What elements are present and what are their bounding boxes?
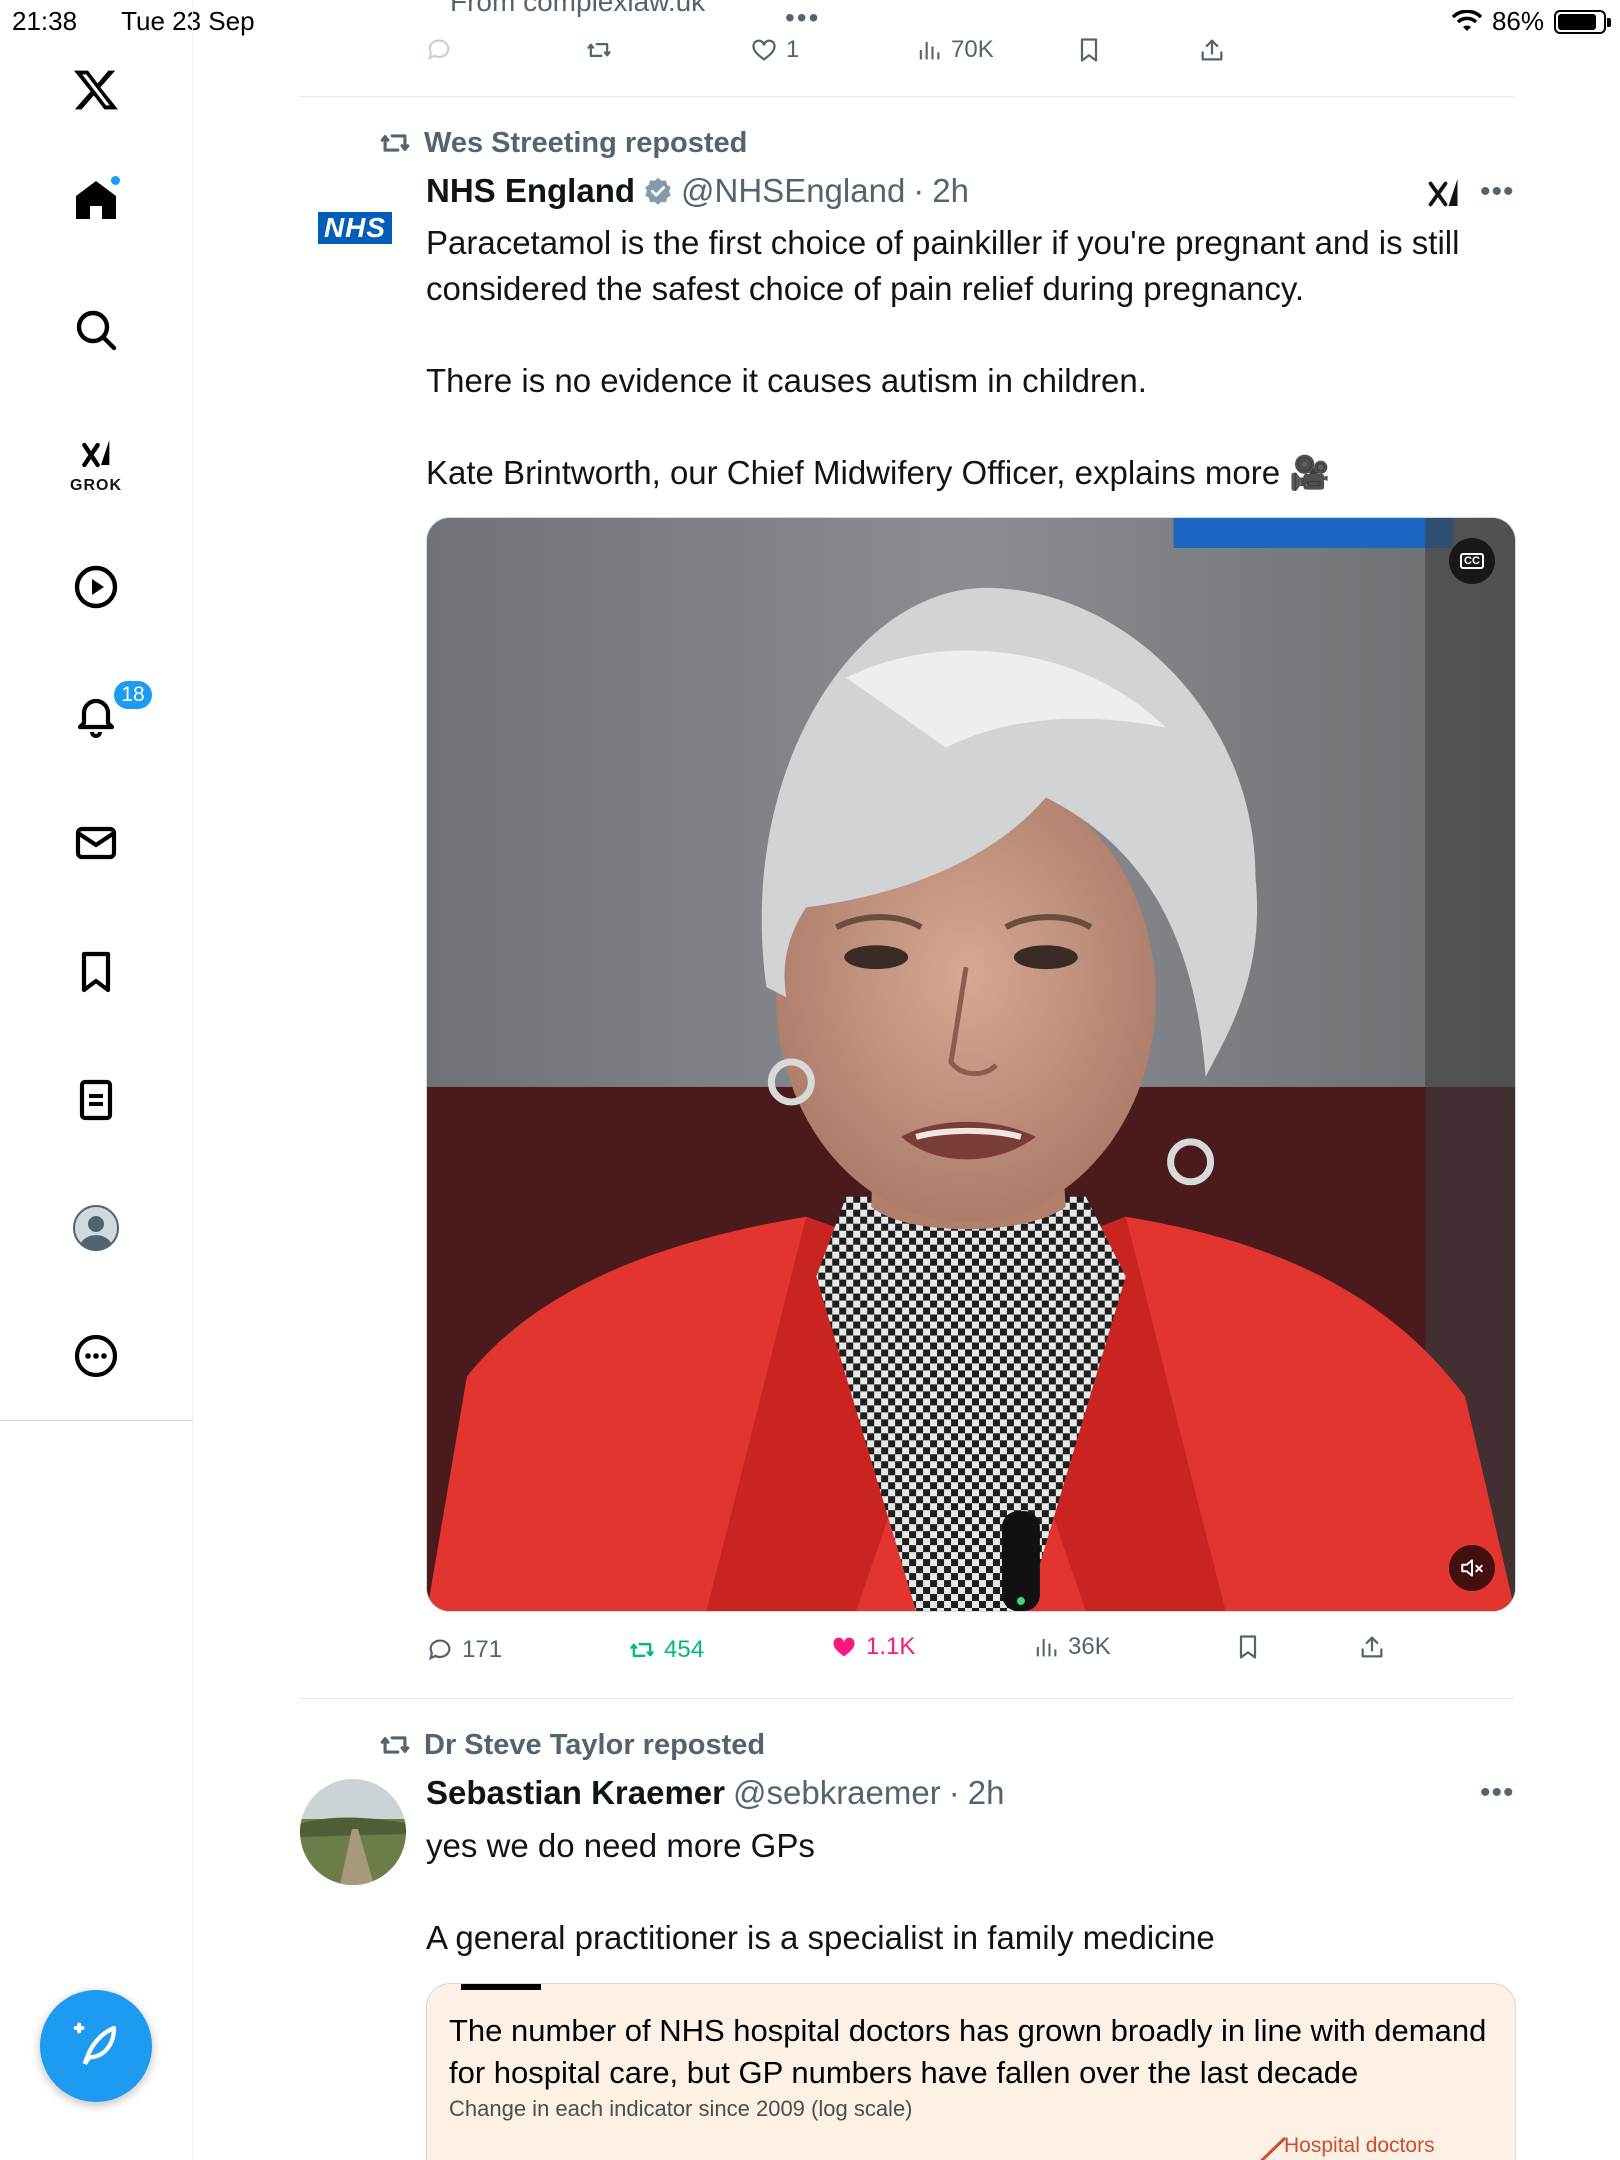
battery-icon <box>1554 9 1611 34</box>
tweet-header: NHS England @NHSEngland · 2h <box>426 172 969 210</box>
repost-icon <box>587 43 611 57</box>
chart-image-card[interactable]: The number of NHS hospital doctors has g… <box>426 1983 1516 2160</box>
bookmark-icon <box>1080 38 1098 62</box>
tweet-text: yes we do need more GPs A general practi… <box>426 1823 1516 1961</box>
share-button[interactable] <box>1198 36 1226 64</box>
reply-button[interactable] <box>425 36 453 64</box>
tweet-separator <box>300 1698 1514 1699</box>
sidebar: GROK 18 <box>0 0 193 2160</box>
grok-icon <box>82 440 110 468</box>
repost-context: Wes Streeting reposted <box>378 126 747 160</box>
previous-link-card-source[interactable]: From complexlaw.uk <box>450 0 705 18</box>
tweet-paragraph-2: A general practitioner is a specialist i… <box>426 1919 1215 1956</box>
tweet-more-icon[interactable]: ••• <box>1480 175 1515 209</box>
closed-captions-button[interactable]: CC <box>1449 538 1495 584</box>
repost-button[interactable] <box>585 36 613 64</box>
tweet-separator <box>300 96 1514 97</box>
sidebar-divider <box>0 1420 193 1421</box>
views-icon <box>919 41 940 60</box>
like-count: 1 <box>786 36 800 63</box>
search-icon[interactable] <box>66 300 126 360</box>
tweet-time[interactable]: 2h <box>968 1774 1005 1812</box>
bookmark-button[interactable] <box>1075 36 1103 64</box>
tweet-paragraph-2: There is no evidence it causes autism in… <box>426 362 1147 399</box>
views-icon <box>1036 1638 1057 1657</box>
notifications-badge: 18 <box>112 679 154 711</box>
tweet-time[interactable]: 2h <box>932 172 969 210</box>
like-count: 1.1K <box>866 1633 916 1660</box>
profile-avatar[interactable] <box>66 1198 126 1258</box>
reposted-by-label[interactable]: Dr Steve Taylor reposted <box>424 1729 765 1762</box>
header-separator: · <box>948 1774 960 1811</box>
author-name[interactable]: NHS England <box>426 172 635 210</box>
bookmarks-icon[interactable] <box>66 942 126 1002</box>
grok-explain-icon[interactable] <box>1426 176 1462 212</box>
repost-icon <box>380 134 410 152</box>
tweet-more-icon[interactable]: ••• <box>1480 1776 1515 1810</box>
home-unread-dot <box>109 174 122 187</box>
like-button[interactable]: 1.1K <box>830 1633 915 1661</box>
tweet-text: Paracetamol is the first choice of paink… <box>426 220 1516 496</box>
repost-context: Dr Steve Taylor reposted <box>378 1728 765 1762</box>
repost-icon <box>630 1643 654 1657</box>
lists-icon[interactable] <box>66 1070 126 1130</box>
tweet-paragraph-1: yes we do need more GPs <box>426 1827 815 1864</box>
nhs-avatar[interactable]: NHS <box>318 212 392 244</box>
verified-badge-icon <box>645 177 671 205</box>
more-options-icon[interactable] <box>66 1326 126 1386</box>
share-icon <box>1361 1636 1383 1658</box>
card-headline: The number of NHS hospital doctors has g… <box>449 2013 1487 2090</box>
card-subtitle: Change in each indicator since 2009 (log… <box>449 2096 913 2121</box>
video-icon[interactable] <box>66 557 126 617</box>
reply-button[interactable]: 171 <box>426 1636 502 1664</box>
share-icon <box>1201 39 1223 61</box>
card-accent-bar <box>461 1984 541 1990</box>
bookmark-icon <box>1239 1635 1257 1659</box>
bookmark-button[interactable] <box>1234 1633 1262 1661</box>
like-button[interactable]: 1 <box>750 36 799 64</box>
heart-filled-icon <box>833 1637 855 1657</box>
video-frame <box>427 518 1515 1611</box>
previous-tweet-actions: 1 70K <box>300 36 1514 76</box>
views-button[interactable]: 36K <box>1032 1633 1111 1661</box>
grok-label: GROK <box>70 477 122 494</box>
more-dots-icon[interactable]: ••• <box>785 2 820 34</box>
trend-line <box>1260 2136 1287 2160</box>
views-button[interactable]: 70K <box>915 36 994 64</box>
tweet-paragraph-3: Kate Brintworth, our Chief Midwifery Off… <box>426 454 1331 491</box>
mute-button[interactable] <box>1449 1545 1495 1591</box>
notifications-nav-item[interactable]: 18 <box>66 679 154 745</box>
tweet-paragraph-1: Paracetamol is the first choice of paink… <box>426 224 1460 307</box>
view-count: 36K <box>1068 1633 1111 1660</box>
reply-icon <box>429 1639 451 1661</box>
share-button[interactable] <box>1358 1633 1386 1661</box>
messages-icon[interactable] <box>66 813 126 873</box>
reply-count: 171 <box>462 1636 503 1663</box>
repost-count: 454 <box>664 1636 705 1663</box>
home-icon[interactable] <box>66 170 126 230</box>
compose-post-button[interactable] <box>40 1990 152 2102</box>
muted-speaker-icon <box>1461 1559 1483 1577</box>
cc-icon: CC <box>1460 553 1484 569</box>
reposted-by-label[interactable]: Wes Streeting reposted <box>424 127 747 160</box>
author-handle[interactable]: @NHSEngland <box>681 172 905 210</box>
repost-icon <box>380 1736 410 1754</box>
wifi-icon <box>1451 9 1482 31</box>
author-avatar[interactable] <box>300 1779 406 1885</box>
x-logo-icon[interactable] <box>66 60 126 120</box>
repost-button[interactable]: 454 <box>628 1636 704 1664</box>
status-bar-right: 86% <box>1451 6 1611 37</box>
author-name[interactable]: Sebastian Kraemer <box>426 1774 725 1812</box>
compose-feather-icon <box>73 2022 117 2066</box>
view-count: 70K <box>951 36 994 63</box>
grok-nav-item[interactable]: GROK <box>66 425 126 505</box>
battery-percent: 86% <box>1491 6 1544 36</box>
tweet-header: Sebastian Kraemer @sebkraemer · 2h <box>426 1774 1004 1812</box>
heart-icon <box>752 39 776 61</box>
video-player[interactable]: CC <box>426 517 1516 1612</box>
reply-icon <box>428 39 450 61</box>
author-handle[interactable]: @sebkraemer <box>733 1774 941 1812</box>
series-label: Hospital doctors <box>1284 2134 1435 2157</box>
header-separator: · <box>913 172 925 209</box>
